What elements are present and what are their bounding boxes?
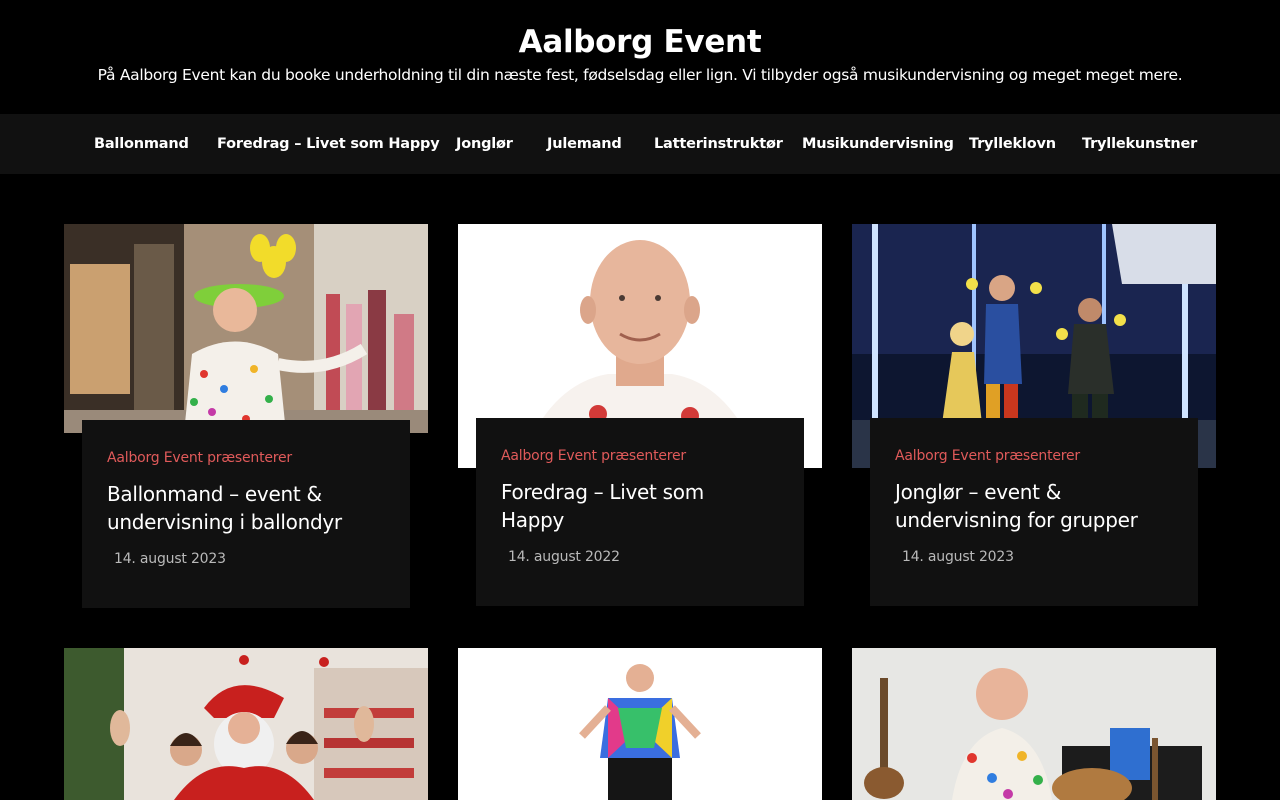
post-date: 14. august 2023 xyxy=(114,551,226,567)
site-tagline: På Aalborg Event kan du booke underholdn… xyxy=(97,66,1183,84)
post-info-ballonmand: Aalborg Event præsenterer Ballonmand – e… xyxy=(82,420,410,608)
post-thumbnail-latterinstruktor[interactable] xyxy=(458,648,822,800)
post-thumbnail-ballonmand[interactable] xyxy=(64,224,428,433)
post-category-link[interactable]: Aalborg Event præsenterer xyxy=(501,446,686,466)
post-info-foredrag: Aalborg Event præsenterer Foredrag – Liv… xyxy=(476,418,804,606)
nav-item-tryllekunstner[interactable]: Tryllekunstner xyxy=(1082,114,1197,174)
main-navigation: Ballonmand Foredrag – Livet som Happy Jo… xyxy=(0,114,1280,174)
post-category-link[interactable]: Aalborg Event præsenterer xyxy=(107,448,292,468)
nav-item-foredrag[interactable]: Foredrag – Livet som Happy xyxy=(217,114,440,174)
site-title-link[interactable]: Aalborg Event xyxy=(0,22,1280,62)
post-thumbnail-julemand[interactable] xyxy=(64,648,428,800)
nav-item-musikundervisning[interactable]: Musikundervisning xyxy=(802,114,954,174)
nav-item-latterinstruktor[interactable]: Latterinstruktør xyxy=(654,114,783,174)
nav-item-ballonmand[interactable]: Ballonmand xyxy=(94,114,189,174)
nav-item-julemand[interactable]: Julemand xyxy=(547,114,622,174)
post-title-link[interactable]: Jonglør – event & undervisning for grupp… xyxy=(895,478,1165,534)
site-header: Aalborg Event På Aalborg Event kan du bo… xyxy=(0,0,1280,114)
post-date: 14. august 2022 xyxy=(508,549,620,565)
post-title-link[interactable]: Ballonmand – event & undervisning i ball… xyxy=(107,480,377,536)
post-info-jonglor: Aalborg Event præsenterer Jonglør – even… xyxy=(870,418,1198,606)
post-thumbnail-musikundervisning[interactable] xyxy=(852,648,1216,800)
nav-item-jonglor[interactable]: Jonglør xyxy=(456,114,513,174)
post-title-link[interactable]: Foredrag – Livet som Happy xyxy=(501,478,771,534)
post-date: 14. august 2023 xyxy=(902,549,1014,565)
nav-item-trylleklovn[interactable]: Trylleklovn xyxy=(969,114,1056,174)
post-category-link[interactable]: Aalborg Event præsenterer xyxy=(895,446,1080,466)
